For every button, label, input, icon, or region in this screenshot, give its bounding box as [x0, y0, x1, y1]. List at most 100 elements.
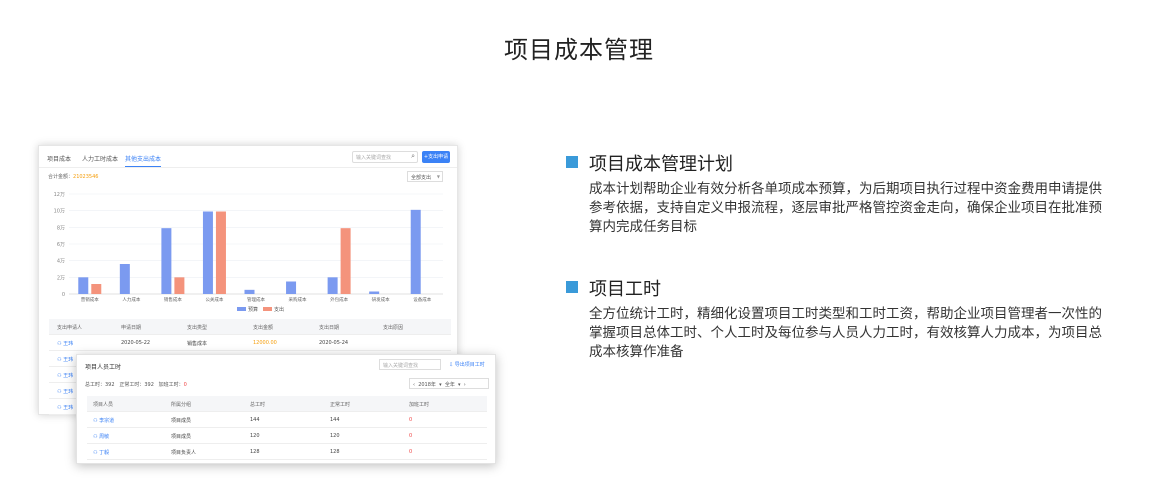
chevron-down-icon: ▼: [436, 174, 440, 179]
feature-title: 项目成本管理计划: [589, 154, 733, 175]
year-pager[interactable]: ‹ 2018年 ▾ 全年 ▾ ›: [409, 378, 489, 389]
x-tick-label: 研发成本: [372, 296, 390, 303]
hours-summary: 总工时：392 正常工时：392 加班工时：0: [85, 381, 187, 388]
export-icon: ⇩: [449, 362, 454, 368]
member-link[interactable]: ⚇ 周敏: [93, 433, 109, 440]
bar-budget: [161, 228, 172, 294]
member-overtime: 0: [409, 417, 413, 423]
table-row[interactable]: ⚇ 李宗道 项目成员 144 144 0: [87, 412, 487, 428]
table-row[interactable]: ⚇ 王玮 2020-05-22 销售成本 12000.00 2020-05-24: [49, 335, 451, 351]
bar-budget: [119, 264, 130, 294]
x-tick-label: 设备成本: [413, 296, 431, 303]
member-total: 120: [250, 433, 260, 439]
member-overtime: 0: [409, 433, 413, 439]
feature-work-hours: 项目工时 全方位统计工时，精细化设置项目工时类型和工时工资，帮助企业项目管理者一…: [566, 275, 1126, 362]
x-tick-label: 管理成本: [247, 296, 265, 303]
legend-label: 预算: [248, 306, 258, 313]
applicant-link[interactable]: ⚇ 王玮: [57, 404, 73, 411]
member-link[interactable]: ⚇ 李宗道: [93, 417, 114, 424]
bar-budget: [410, 209, 421, 294]
hours-search-input[interactable]: 输入关键词查找: [379, 359, 441, 370]
x-tick-label: 营销成本: [81, 296, 99, 303]
col-normal: 正常工时: [330, 402, 351, 408]
hours-screenshot-card: 项目人员工时 输入关键词查找 ⇩ 导出项目工时 总工时：392 正常工时：392…: [76, 354, 496, 464]
add-expense-button[interactable]: +支出申请: [422, 151, 450, 163]
x-tick-label: 外包成本: [330, 296, 348, 303]
tab-project-cost[interactable]: 项目成本: [47, 154, 71, 163]
applicant-name: 王玮: [63, 341, 74, 347]
member-normal: 144: [330, 417, 340, 423]
col-group: 所属分组: [171, 402, 192, 408]
y-tick-label: 6万: [57, 242, 65, 248]
export-hours-button[interactable]: ⇩ 导出项目工时: [449, 361, 485, 368]
col-pay-date: 支出日期: [319, 325, 340, 331]
bar-budget: [369, 291, 380, 294]
normal-hours: 正常工时：392: [119, 382, 154, 388]
square-bullet-icon: [566, 156, 578, 168]
table-row[interactable]: ⚇ 丁毅 项目负责人 128 128 0: [87, 444, 487, 460]
y-tick-label: 2万: [57, 275, 65, 281]
cost-search-input[interactable]: 输入关键词查找 ⌕: [352, 151, 418, 163]
page-title: 项目成本管理: [504, 36, 654, 64]
applicant-link[interactable]: ⚇ 王玮: [57, 372, 73, 379]
hours-table: 项目人员 所属分组 总工时 正常工时 加班工时 ⚇ 李宗道 项目成员 144 1…: [87, 396, 487, 460]
tab-other-cost[interactable]: 其他支出成本: [125, 154, 162, 167]
total-amount: 合计金额：21023546: [48, 173, 98, 180]
bar-budget: [327, 277, 338, 294]
expense-filter-select[interactable]: 全部支出 ▼: [407, 171, 443, 182]
col-member: 项目人员: [93, 402, 114, 408]
member-name: 周敏: [99, 434, 110, 440]
member-normal: 128: [330, 449, 340, 455]
table-header-row: 支出申请人 申请日期 支出类型 支出金额 支出日期 支出原因: [49, 319, 451, 335]
total-value: 21023546: [73, 174, 99, 180]
bar-expense: [174, 277, 185, 294]
cost-tabs: 项目成本 人力工时成本 其他支出成本 输入关键词查找 ⌕ +支出申请: [39, 146, 457, 168]
y-tick-label: 8万: [57, 225, 65, 231]
member-normal: 120: [330, 433, 340, 439]
applicant-name: 王玮: [63, 389, 74, 395]
feature-title: 项目工时: [589, 279, 661, 300]
member-group: 项目成员: [171, 418, 192, 424]
member-link[interactable]: ⚇ 丁毅: [93, 449, 109, 456]
col-overtime: 加班工时: [409, 402, 430, 408]
member-name: 丁毅: [99, 450, 110, 456]
x-tick-label: 人力成本: [122, 296, 140, 303]
y-tick-label: 12万: [54, 192, 65, 198]
legend-swatch: [263, 307, 272, 311]
total-label: 合计金额：: [48, 174, 74, 180]
applicant-link[interactable]: ⚇ 王玮: [57, 388, 73, 395]
search-icon: ⌕: [411, 152, 415, 160]
cost-bar-chart: 0 2万 4万 6万 8万 10万 12万营销成本 人力成本 销售成本 公关成本 管理成本 采购成本 外…: [54, 192, 443, 313]
applicant-link[interactable]: ⚇ 王玮: [57, 340, 73, 347]
bar-expense: [91, 284, 102, 294]
member-total: 128: [250, 449, 260, 455]
table-row[interactable]: ⚇ 周敏 项目成员 120 120 0: [87, 428, 487, 444]
pager-year: 2018年: [418, 382, 436, 388]
chevron-left-icon[interactable]: ‹: [413, 382, 415, 388]
dropdown-value: 全部支出: [411, 175, 432, 181]
applicant-link[interactable]: ⚇ 王玮: [57, 356, 73, 363]
bar-expense: [340, 228, 351, 294]
applicant-name: 王玮: [63, 373, 74, 379]
pay-date: 2020-05-24: [319, 340, 349, 346]
col-amount: 支出金额: [253, 325, 274, 331]
chevron-right-icon[interactable]: ›: [464, 382, 466, 388]
member-overtime: 0: [409, 449, 413, 455]
col-reason: 支出原因: [383, 325, 404, 331]
y-tick-label: 4万: [57, 259, 65, 265]
feature-cost-plan: 项目成本管理计划 成本计划帮助企业有效分析各单项成本预算，为后期项目执行过程中资…: [566, 150, 1126, 237]
export-label: 导出项目工时: [454, 362, 485, 368]
applicant-name: 王玮: [63, 357, 74, 363]
tab-labor-cost[interactable]: 人力工时成本: [82, 154, 118, 163]
bar-expense: [215, 211, 226, 294]
apply-date: 2020-05-22: [121, 340, 151, 346]
x-tick-label: 公关成本: [205, 296, 223, 303]
chevron-down-icon: ▾: [458, 382, 461, 388]
search-placeholder: 输入关键词查找: [356, 155, 392, 161]
member-total: 144: [250, 417, 260, 423]
feature-desc: 成本计划帮助企业有效分析各单项成本预算，为后期项目执行过程中资金费用申请提供参考…: [589, 181, 1102, 235]
bar-budget: [244, 289, 255, 294]
overtime-label: 加班工时：: [158, 382, 184, 388]
bar-budget: [78, 277, 89, 294]
feature-desc: 全方位统计工时，精细化设置项目工时类型和工时工资，帮助企业项目管理者一次性的掌握…: [589, 306, 1102, 360]
